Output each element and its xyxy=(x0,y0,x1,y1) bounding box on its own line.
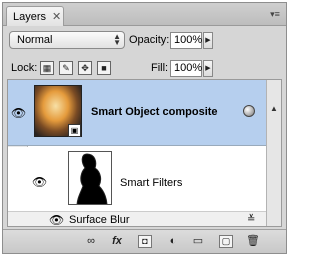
scroll-up-icon[interactable]: ▲ xyxy=(270,104,278,113)
eye-icon[interactable]: 👁 xyxy=(32,175,47,189)
opacity-label: Opacity: xyxy=(129,34,170,46)
fill-slider-button[interactable]: ▶ xyxy=(203,60,213,77)
layer-row-smart-object[interactable]: 👁 ▣ Smart Object composite xyxy=(8,80,266,146)
lock-move-icon[interactable]: ✥ xyxy=(78,61,92,75)
layers-panel: Layers ✕ ▾≡ Normal ▲ ▼ Opacity: 100% ▶ Lo… xyxy=(2,2,287,254)
eye-icon[interactable]: 👁 xyxy=(49,213,64,226)
smart-filter-indicator-icon xyxy=(243,105,255,117)
adjustment-layer-icon[interactable]: ◐ xyxy=(163,233,183,250)
add-mask-icon[interactable]: ◘ xyxy=(138,235,152,248)
opacity-field[interactable]: 100% xyxy=(170,32,202,49)
layers-toolbar: ∞ fx ◘ ◐ ▭ ▢ 🗑 xyxy=(3,229,286,253)
filter-blending-options-icon[interactable]: ≚ xyxy=(247,214,255,225)
trash-icon[interactable]: 🗑 xyxy=(243,233,263,250)
filter-mask-thumbnail[interactable] xyxy=(68,151,112,205)
smart-filters-row[interactable]: 👁 Smart Filters xyxy=(8,147,266,211)
tab-layers[interactable]: Layers ✕ xyxy=(6,6,64,26)
filter-name: Surface Blur xyxy=(69,214,130,226)
blend-mode-value: Normal xyxy=(17,34,53,46)
fill-label: Fill: xyxy=(151,62,169,74)
lock-transparent-icon[interactable]: ▦ xyxy=(40,61,54,75)
opacity-slider-button[interactable]: ▶ xyxy=(203,32,213,49)
blend-mode-select[interactable]: Normal ▲ ▼ xyxy=(9,31,125,49)
lock-all-icon[interactable]: ■ xyxy=(97,61,111,75)
chevron-updown-icon: ▲ ▼ xyxy=(113,32,121,47)
new-layer-icon[interactable]: ▢ xyxy=(219,235,233,248)
link-layers-icon[interactable]: ∞ xyxy=(81,233,101,250)
eye-icon[interactable]: 👁 xyxy=(11,106,26,120)
smart-object-badge-icon: ▣ xyxy=(68,124,81,137)
panel-menu-icon[interactable]: ▾≡ xyxy=(268,7,282,21)
layer-name: Smart Object composite xyxy=(91,106,218,118)
panel-tab-bar: Layers ✕ ▾≡ xyxy=(3,3,286,26)
tab-label: Layers xyxy=(13,10,47,23)
scrollbar[interactable]: ▲ xyxy=(266,80,281,226)
lock-label: Lock: xyxy=(11,62,38,74)
close-icon[interactable]: ✕ xyxy=(52,10,61,23)
folder-icon[interactable]: ▭ xyxy=(188,233,208,250)
layers-list: 👁 ▣ Smart Object composite 👁 Smart Filte… xyxy=(7,79,282,227)
fx-icon[interactable]: fx xyxy=(107,233,127,250)
fill-field[interactable]: 100% xyxy=(170,60,202,77)
filter-row-surface-blur[interactable]: 👁 Surface Blur ≚ xyxy=(8,211,266,226)
layer-name: Smart Filters xyxy=(120,177,183,189)
lock-brush-icon[interactable]: ✎ xyxy=(59,61,73,75)
silhouette-mask xyxy=(76,153,108,204)
